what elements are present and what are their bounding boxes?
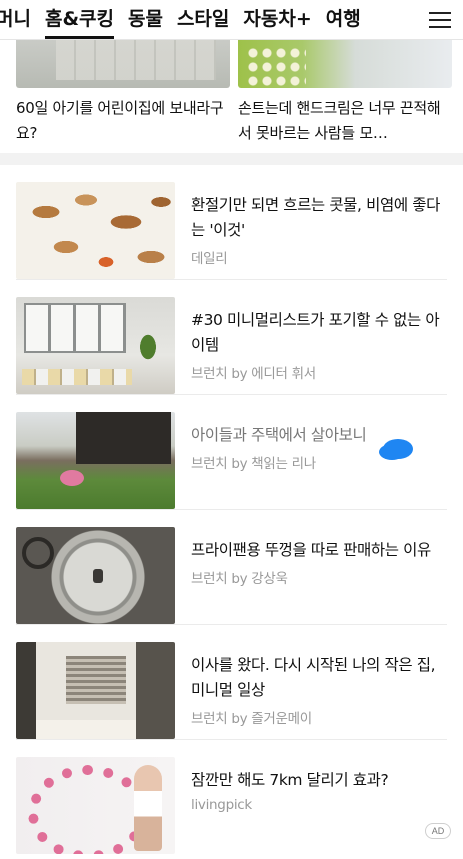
tab-home-cooking[interactable]: 홈&쿠킹	[44, 0, 114, 39]
featured-thumbnail	[238, 40, 452, 88]
article-source: 데일리	[191, 251, 228, 267]
list-item[interactable]: 이사를 왔다. 다시 시작된 나의 작은 집, 미니멀 일상 브런치 by 즐거…	[16, 625, 447, 740]
featured-card[interactable]: 손트는데 핸드크림은 너무 끈적해서 못바르는 사람들 모…	[238, 40, 452, 146]
article-title: 환절기만 되면 흐르는 콧물, 비염에 좋다는 '이것'	[191, 196, 440, 239]
tab-money[interactable]: 머니	[0, 0, 31, 39]
featured-title: 60일 아기를 어린이집에 보내라구요?	[16, 99, 224, 142]
featured-thumbnail	[16, 40, 230, 88]
tab-animals[interactable]: 동물	[128, 0, 163, 39]
category-tabs: 머니 홈&쿠킹 동물 스타일 자동차+ 여행	[0, 0, 375, 39]
list-item[interactable]: 프라이팬용 뚜껑을 따로 판매하는 이유 브런치 by 강상욱	[16, 510, 447, 625]
article-title: 프라이팬용 뚜껑을 따로 판매하는 이유	[191, 541, 431, 559]
list-item[interactable]: 환절기만 되면 흐르는 콧물, 비염에 좋다는 '이것' 데일리	[16, 165, 447, 280]
tab-style[interactable]: 스타일	[177, 0, 229, 39]
article-source: 브런치 by 강상욱	[191, 571, 288, 587]
tab-travel[interactable]: 여행	[326, 0, 361, 39]
tab-cars[interactable]: 자동차+	[243, 0, 311, 39]
article-source: 브런치 by 에디터 휘서	[191, 366, 316, 382]
featured-title: 손트는데 핸드크림은 너무 끈적해서 못바르는 사람들 모…	[238, 99, 441, 142]
ad-badge: AD	[425, 823, 451, 839]
article-title: 이사를 왔다. 다시 시작된 나의 작은 집, 미니멀 일상	[191, 656, 436, 699]
article-source: 브런치 by 즐거운메이	[191, 711, 312, 727]
article-title: #30 미니멀리스트가 포기할 수 없는 아이템	[191, 311, 440, 354]
section-divider	[0, 153, 463, 165]
featured-card[interactable]: 60일 아기를 어린이집에 보내라구요?	[16, 40, 230, 146]
article-title: 잠깐만 해도 7km 달리기 효과?	[191, 771, 389, 789]
blue-scribble-mark	[383, 439, 413, 459]
article-thumbnail	[16, 757, 175, 854]
hamburger-menu-icon[interactable]	[417, 0, 463, 39]
article-thumbnail	[16, 297, 175, 394]
featured-cards: 60일 아기를 어린이집에 보내라구요? 손트는데 핸드크림은 너무 끈적해서 …	[0, 40, 463, 152]
top-navigation: 머니 홈&쿠킹 동물 스타일 자동차+ 여행	[0, 0, 463, 40]
tabs-fade-overlay	[379, 0, 419, 39]
article-thumbnail	[16, 182, 175, 279]
article-thumbnail	[16, 527, 175, 624]
article-source: livingpick	[191, 797, 252, 813]
list-item[interactable]: #30 미니멀리스트가 포기할 수 없는 아이템 브런치 by 에디터 휘서	[16, 280, 447, 395]
list-item[interactable]: 아이들과 주택에서 살아보니 브런치 by 책읽는 리나	[16, 395, 447, 510]
article-thumbnail	[16, 642, 175, 739]
article-thumbnail	[16, 412, 175, 509]
list-item[interactable]: 잠깐만 해도 7km 달리기 효과? livingpick	[16, 740, 447, 855]
